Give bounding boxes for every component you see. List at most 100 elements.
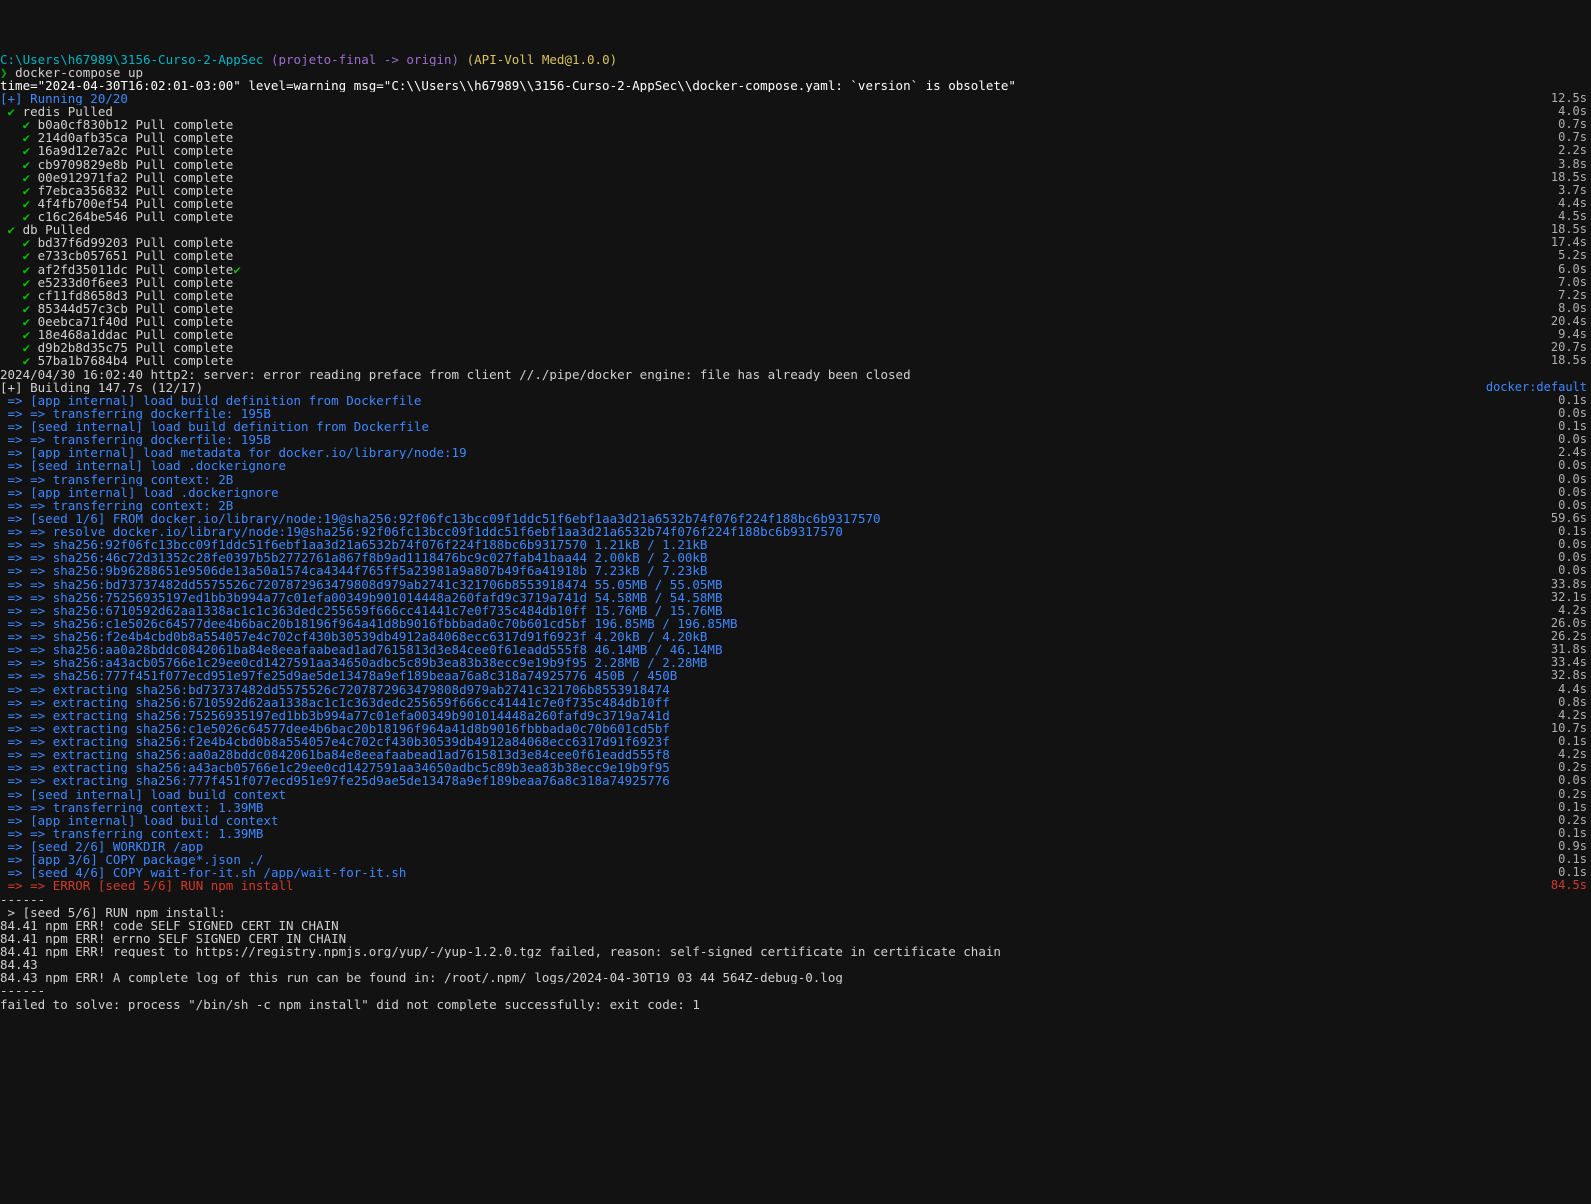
check-icon: ✔ [23,315,31,328]
line-timing: 0.0s [1558,564,1591,577]
terminal-line: ✔ bd37f6d99203 Pull complete17.4s [0,236,1591,249]
line-left: => [app internal] load build context [0,814,1558,827]
line-timing: 0.0s [1558,473,1591,486]
line-timing: 4.4s [1558,683,1591,696]
arrow-icon: => [8,617,23,630]
arrow-icon: => [8,564,23,577]
arrow-icon: => [8,407,23,420]
check-icon: ✔ [8,105,16,118]
check-icon: ✔ [23,354,31,367]
terminal-line: ✔ e733cb057651 Pull complete5.2s [0,249,1591,262]
line-timing: 2.2s [1558,144,1591,157]
pull-line: redis Pulled [23,105,113,118]
terminal-line: => => extracting sha256:aa0a28bddc084206… [0,748,1591,761]
line-left: ✔ db Pulled [0,223,1551,236]
line-timing: 0.8s [1558,696,1591,709]
pull-line: 214d0afb35ca Pull complete [38,131,234,144]
terminal-line: => => resolve docker.io/library/node:19@… [0,525,1591,538]
pull-line: bd37f6d99203 Pull complete [38,236,234,249]
arrow-icon: => [8,473,23,486]
line-left: => => extracting sha256:c1e5026c64577dee… [0,722,1551,735]
terminal-line: failed to solve: process "/bin/sh -c npm… [0,998,1591,1011]
build-step: => transferring context: 1.39MB [30,801,263,814]
terminal-line: 84.41 npm ERR! request to https://regist… [0,945,1591,958]
http2-error: 2024/04/30 16:02:40 http2: server: error… [0,368,911,381]
line-left: ✔ 57ba1b7684b4 Pull complete [0,354,1551,367]
line-timing: 18.5s [1551,354,1591,367]
arrow-icon: => [8,643,23,656]
terminal-line: ✔ 4f4fb700ef54 Pull complete4.4s [0,197,1591,210]
arrow-icon: => [8,853,23,866]
build-step: => transferring context: 2B [30,499,233,512]
arrow-icon: => [8,420,23,433]
check-icon: ✔ [23,236,31,249]
terminal-line: => => transferring context: 1.39MB 0.1s [0,801,1591,814]
terminal-line: ✔ 57ba1b7684b4 Pull complete18.5s [0,354,1591,367]
terminal-line: => => sha256:f2e4b4cbd0b8a554057e4c702cf… [0,630,1591,643]
build-step: => extracting sha256:75256935197ed1bb3b9… [30,709,670,722]
terminal-line: ✔ 0eebca71f40d Pull complete20.4s [0,315,1591,328]
cwd-path: C:\Users\h67989\3156-Curso-2-AppSec [0,53,263,66]
line-left: failed to solve: process "/bin/sh -c npm… [0,998,1591,1011]
pull-line: cb9709829e8b Pull complete [38,158,234,171]
line-left: ✔ 18e468a1ddac Pull complete [0,328,1558,341]
check-icon: ✔ [23,249,31,262]
line-left: 84.43 [0,958,1591,971]
line-timing: 0.0s [1558,486,1591,499]
warning: time="2024-04-30T16:02:01-03:00" level=w… [0,79,1016,92]
build-step: => extracting sha256:c1e5026c64577dee4b6… [30,722,670,735]
line-left: => => sha256:c1e5026c64577dee4b6bac20b18… [0,617,1551,630]
line-left: => => ERROR [seed 5/6] RUN npm install [0,879,1551,892]
terminal-line: => [app internal] load metadata for dock… [0,446,1591,459]
terminal-line: => => sha256:6710592d62aa1338ac1c1c363de… [0,604,1591,617]
check-icon: ✔ [23,289,31,302]
line-timing: 4.2s [1558,709,1591,722]
line-left: time="2024-04-30T16:02:01-03:00" level=w… [0,79,1591,92]
tail-line: > [seed 5/6] RUN npm install: [0,906,226,919]
line-timing: 3.7s [1558,184,1591,197]
line-left: ✔ redis Pulled [0,105,1558,118]
line-timing: 0.1s [1558,801,1591,814]
line-left: 84.41 npm ERR! errno SELF_SIGNED_CERT_IN… [0,932,1591,945]
line-timing: 0.0s [1558,774,1591,787]
line-timing: 33.8s [1551,578,1591,591]
line-left: [+] Building 147.7s (12/17) [0,381,1486,394]
build-step: => extracting sha256:a43acb05766e1c29ee0… [30,761,670,774]
check-icon: ✔ [23,197,31,210]
terminal-line: => => extracting sha256:6710592d62aa1338… [0,696,1591,709]
arrow-icon: => [8,696,23,709]
line-left: => => extracting sha256:6710592d62aa1338… [0,696,1558,709]
terminal-line: => [app internal] load build definition … [0,394,1591,407]
line-left: ✔ af2fd35011dc Pull complete✔ [0,263,1558,276]
terminal-line: => => sha256:777f451f077ecd951e97fe25d9a… [0,669,1591,682]
arrow-icon: => [8,538,23,551]
pull-line: f7ebca356832 Pull complete [38,184,234,197]
terminal-line: => => transferring context: 1.39MB0.1s [0,827,1591,840]
line-left: => => transferring dockerfile: 195B [0,407,1558,420]
arrow-icon: => [8,433,23,446]
tail-line: 84.43 [0,958,38,971]
line-left: ✔ bd37f6d99203 Pull complete [0,236,1551,249]
terminal-line: => => extracting sha256:c1e5026c64577dee… [0,722,1591,735]
terminal-line: => => sha256:46c72d31352c28fe0397b5b2772… [0,551,1591,564]
arrow-icon: => [8,394,23,407]
line-left: => => transferring context: 2B [0,473,1558,486]
build-step: => sha256:c1e5026c64577dee4b6bac20b18196… [30,617,737,630]
line-timing: 7.2s [1558,289,1591,302]
terminal-line: ------ [0,893,1591,906]
terminal-line: ✔ d9b2b8d35c75 Pull complete20.7s [0,341,1591,354]
build-step: => resolve docker.io/library/node:19@sha… [30,525,843,538]
line-left: ✔ cf11fd8658d3 Pull complete [0,289,1558,302]
arrow-icon: => [8,761,23,774]
build-step: [app internal] load build context [30,814,278,827]
terminal-line: => => sha256:aa0a28bddc0842061ba84e8eeaf… [0,643,1591,656]
terminal-line: 2024/04/30 16:02:40 http2: server: error… [0,368,1591,381]
build-step: [seed internal] load .dockerignore [30,459,286,472]
check-icon: ✔ [8,223,16,236]
terminal-line: => [app internal] load .dockerignore0.0s [0,486,1591,499]
arrow-icon: => [8,879,23,892]
building-header: [+] Building 147.7s (12/17) [0,381,203,394]
arrow-icon: => [8,801,23,814]
tail-line: 84.41 npm ERR! code SELF_SIGNED_CERT_IN_… [0,919,339,932]
line-left: => => sha256:75256935197ed1bb3b994a77c01… [0,591,1551,604]
